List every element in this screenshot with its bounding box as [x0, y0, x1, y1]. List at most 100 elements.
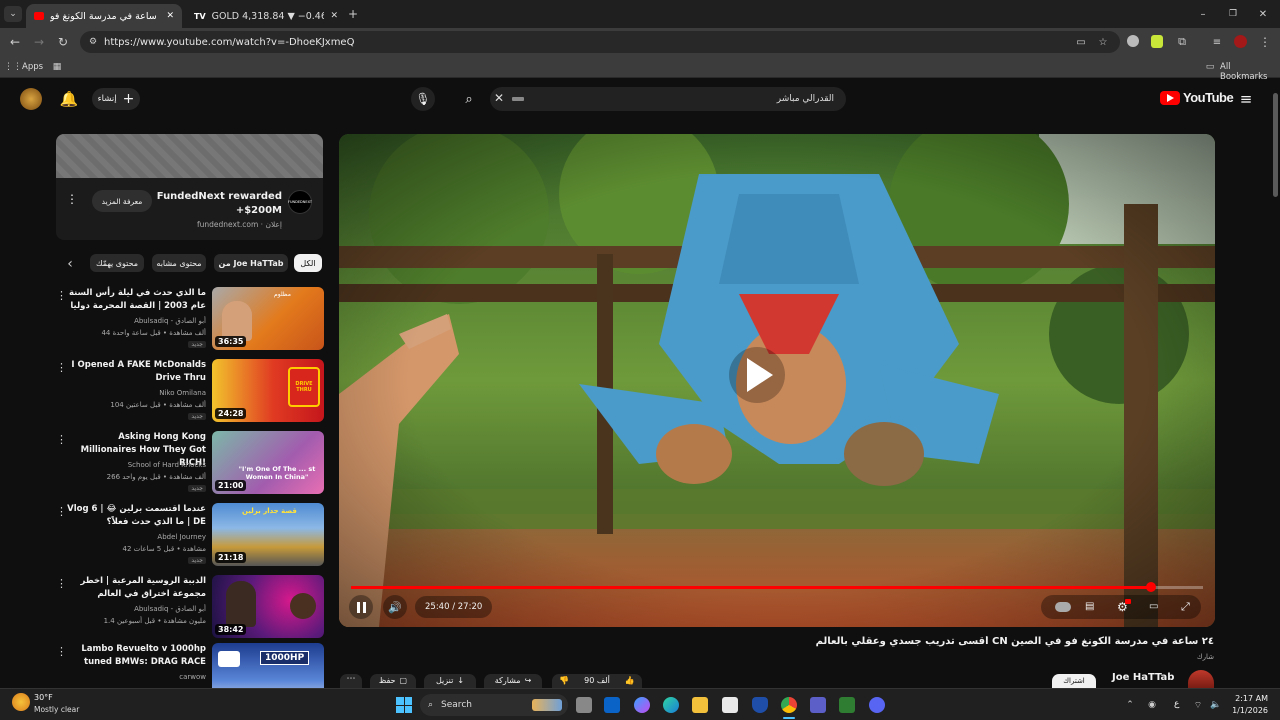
ad-learn-more-button[interactable]: معرفة المزيد	[92, 190, 152, 212]
video-player[interactable]: 🔊 25:40 / 27:20 ▤ ⚙ ▭ ⤢	[339, 134, 1215, 627]
tab-search-list-icon[interactable]: ≡	[1210, 34, 1224, 50]
more-actions-icon[interactable]: ⋯	[340, 674, 362, 688]
subtitles-icon[interactable]: ▤	[1085, 601, 1094, 612]
tab-youtube[interactable]: ٢٤ ساعة في مدرسة الكونغ فو ✕	[26, 4, 182, 28]
tab-groups-icon[interactable]: ▦	[52, 60, 62, 74]
channel-name[interactable]: Joe HaTTab	[1112, 672, 1174, 683]
browser-menu-icon[interactable]: ⋮	[1259, 34, 1271, 50]
list-item[interactable]: ⋮ ما الذي حدث في ليلة رأس السنة عام 2003…	[56, 287, 324, 351]
pause-button[interactable]	[349, 595, 373, 619]
chip-similar[interactable]: محتوى مشابه	[152, 254, 206, 272]
share-button[interactable]: مشاركة ↪	[484, 674, 542, 688]
more-options-icon[interactable]: ⋮	[56, 577, 67, 590]
list-item[interactable]: ⋮ الدببة الروسية المرعبة | اخطر مجموعة ا…	[56, 575, 324, 639]
chips-prev-icon[interactable]: ‹	[62, 255, 78, 273]
store-icon[interactable]	[722, 697, 738, 713]
weather-temp[interactable]: 30°F	[34, 693, 53, 702]
more-options-icon[interactable]: ⋮	[56, 289, 67, 302]
close-tab-icon[interactable]: ✕	[330, 11, 338, 21]
new-tab-icon[interactable]: +	[346, 6, 360, 22]
big-play-button[interactable]	[729, 347, 785, 403]
clock-time[interactable]: 2:17 AM	[1228, 694, 1268, 703]
dislike-icon[interactable]: 👎	[559, 676, 569, 685]
ad-more-options-icon[interactable]: ⋮	[66, 192, 78, 206]
window-close-icon[interactable]: ✕	[1256, 6, 1270, 22]
weather-desc[interactable]: Mostly clear	[34, 705, 79, 714]
bear-icon	[290, 593, 316, 619]
autoplay-toggle[interactable]	[1055, 602, 1071, 612]
fullscreen-icon[interactable]: ⤢	[1181, 600, 1190, 614]
restore-icon[interactable]: ❐	[1226, 6, 1240, 22]
clock-date[interactable]: 1/1/2026	[1228, 706, 1268, 715]
channel-avatar[interactable]	[1188, 670, 1214, 688]
theater-mode-icon[interactable]: ▭	[1149, 601, 1158, 612]
extension-icon[interactable]	[1127, 35, 1139, 47]
list-item[interactable]: ⋮ I Opened A FAKE McDonalds Drive Thru N…	[56, 359, 324, 423]
create-button[interactable]: إنشاء +	[92, 88, 140, 110]
subscribe-button[interactable]: اشتراك	[1052, 674, 1096, 688]
chip-related[interactable]: محتوى يهمّك	[90, 254, 144, 272]
youtube-logo[interactable]: YouTube	[1160, 90, 1234, 105]
input-language[interactable]: ع	[1174, 699, 1179, 709]
tab-search-icon[interactable]: ⌄	[4, 6, 22, 22]
bookmark-star-icon[interactable]: ☆	[1096, 34, 1110, 50]
list-item[interactable]: ⋮ Vlog 6 | 😂 عندما اقتسمت برلين | ما الذ…	[56, 503, 324, 567]
forward-icon[interactable]: →	[32, 34, 46, 50]
address-bar[interactable]: ⚙ https://www.youtube.com/watch?v=-DhoeK…	[80, 31, 1120, 53]
calculator-icon[interactable]	[839, 697, 855, 713]
tray-overflow-icon[interactable]: ⌃	[1124, 697, 1136, 713]
scrollbar-thumb[interactable]	[1273, 93, 1278, 197]
extensions-puzzle-icon[interactable]: ⧉	[1175, 34, 1189, 50]
edge-icon[interactable]	[663, 697, 679, 713]
defender-icon[interactable]	[752, 697, 768, 713]
site-info-icon[interactable]: ⚙	[86, 34, 100, 50]
more-options-icon[interactable]: ⋮	[56, 505, 67, 518]
reload-icon[interactable]: ↻	[56, 34, 70, 50]
wifi-icon[interactable]: ⌔	[1192, 697, 1204, 713]
clear-search-icon[interactable]: ✕	[494, 91, 504, 105]
speaker-icon[interactable]: 🔈	[1210, 697, 1222, 713]
back-icon[interactable]: ←	[8, 34, 22, 50]
apps-bookmark[interactable]: Apps	[22, 62, 43, 72]
chrome-icon[interactable]	[781, 697, 797, 713]
taskbar-search[interactable]: ⌕ Search	[420, 694, 568, 716]
save-button[interactable]: حفظ ▢	[370, 674, 416, 688]
chip-from-channel[interactable]: من Joe HaTTab	[214, 254, 288, 272]
search-icon[interactable]: ⌕	[456, 87, 482, 111]
download-button[interactable]: تنزيل ↓	[424, 674, 476, 688]
task-view-icon[interactable]	[576, 697, 592, 713]
extension-green-icon[interactable]	[1151, 35, 1163, 48]
hamburger-menu-icon[interactable]: ≡	[1238, 90, 1254, 108]
tray-app-icon[interactable]: ◉	[1146, 697, 1158, 713]
discord-icon[interactable]	[869, 697, 885, 713]
weather-icon[interactable]	[12, 693, 30, 711]
list-item[interactable]: ⋮ Lambo Revuelto v 1000hp tuned BMWs: DR…	[56, 643, 324, 688]
profile-avatar[interactable]	[1234, 35, 1247, 48]
keyboard-icon[interactable]	[512, 97, 524, 101]
voice-search-icon[interactable]: 🎙	[411, 87, 435, 111]
more-options-icon[interactable]: ⋮	[56, 361, 67, 374]
minimize-icon[interactable]: –	[1196, 6, 1210, 22]
cast-icon[interactable]: ▭	[1074, 34, 1088, 50]
copilot-icon[interactable]	[634, 697, 650, 713]
windows-start-icon[interactable]	[396, 697, 412, 713]
close-tab-icon[interactable]: ✕	[166, 11, 174, 21]
file-explorer-icon[interactable]	[692, 697, 708, 713]
search-input[interactable]: ✕ القدرالي مباشر	[490, 87, 846, 111]
like-icon[interactable]: 👍	[625, 676, 635, 685]
volume-icon[interactable]: 🔊	[383, 595, 407, 619]
outlook-icon[interactable]	[604, 697, 620, 713]
tab-gold[interactable]: TV GOLD 4,318.84 ▼ −0.46% Unna ✕	[186, 4, 346, 28]
ad-card[interactable]: FUNDEDNEXT FundedNext rewarded +$200M fu…	[56, 134, 323, 240]
progress-scrubber[interactable]	[1146, 582, 1157, 592]
notifications-bell-icon[interactable]: 🔔	[60, 90, 79, 108]
more-options-icon[interactable]: ⋮	[56, 645, 67, 658]
account-avatar[interactable]	[20, 88, 42, 110]
list-item[interactable]: ⋮ Asking Hong Kong Millionaires How They…	[56, 431, 324, 495]
like-count[interactable]: 90 ألف	[584, 676, 610, 685]
teams-icon[interactable]	[810, 697, 826, 713]
progress-bar[interactable]	[351, 582, 1203, 592]
page-scrollbar[interactable]	[1271, 79, 1280, 688]
more-options-icon[interactable]: ⋮	[56, 433, 67, 446]
chip-all[interactable]: الكل	[294, 254, 322, 272]
